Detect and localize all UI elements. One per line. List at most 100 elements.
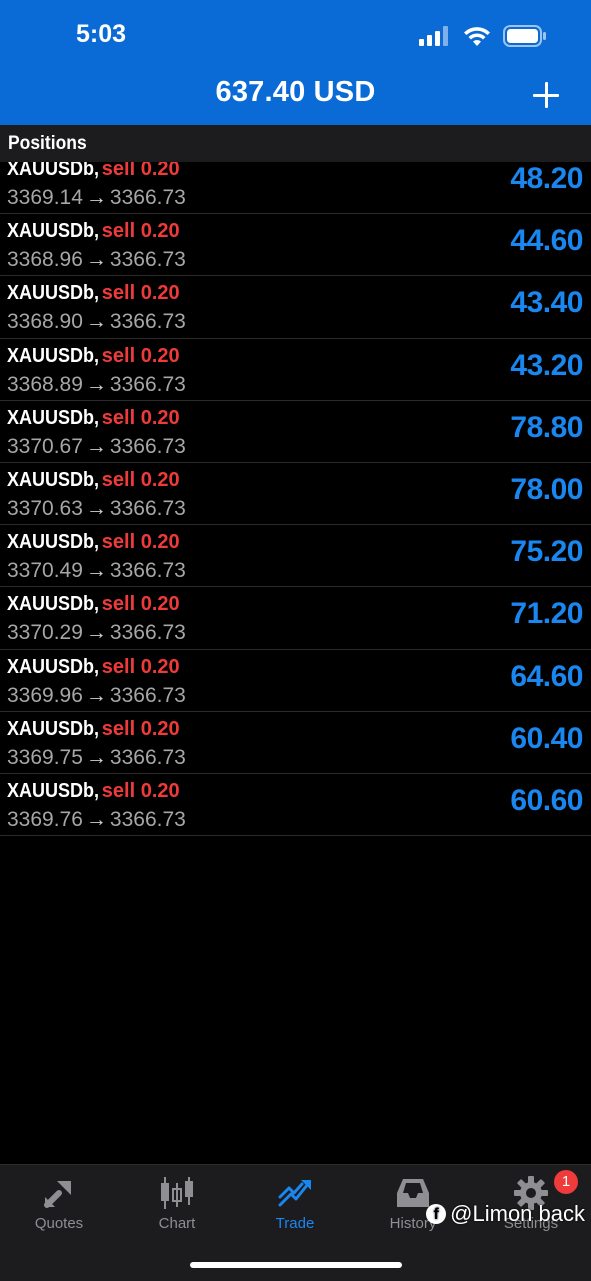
cellular-signal-icon xyxy=(419,26,448,46)
position-title: XAUUSDb, sell 0.20 xyxy=(7,531,180,554)
tab-chart[interactable]: Chart xyxy=(118,1165,236,1245)
position-row[interactable]: XAUUSDb, sell 0.20 3370.63 → 3366.73 78.00 xyxy=(0,463,591,526)
position-title: XAUUSDb, sell 0.20 xyxy=(7,407,180,430)
quotes-icon xyxy=(44,1181,71,1208)
open-price: 3369.76 xyxy=(7,807,83,831)
home-indicator xyxy=(190,1262,402,1268)
position-direction: sell 0.20 xyxy=(101,162,180,180)
current-price: 3366.73 xyxy=(109,186,186,209)
open-price: 3370.49 xyxy=(7,559,83,583)
position-title: XAUUSDb, sell 0.20 xyxy=(7,220,180,243)
battery-icon xyxy=(503,25,546,47)
tab-label: Quotes xyxy=(34,1215,84,1232)
position-direction: sell 0.20 xyxy=(101,531,180,554)
current-price: 3366.73 xyxy=(109,807,186,831)
position-title: XAUUSDb, sell 0.20 xyxy=(7,593,180,616)
arrow-icon: → xyxy=(85,683,107,707)
tab-label: Chart xyxy=(158,1215,196,1232)
position-title: XAUUSDb, sell 0.20 xyxy=(7,469,180,492)
trade-icon xyxy=(278,1180,311,1207)
position-row[interactable]: XAUUSDb, sell 0.20 3370.29 → 3366.73 71.20 xyxy=(0,587,591,650)
open-price: 3369.14 xyxy=(7,186,83,209)
position-profit: 43.20 xyxy=(510,348,583,382)
position-profit: 44.60 xyxy=(510,224,583,258)
position-row[interactable]: XAUUSDb, sell 0.20 3369.14 → 3366.73 48.20 xyxy=(0,162,591,215)
position-symbol: XAUUSDb, xyxy=(7,593,100,616)
position-symbol: XAUUSDb, xyxy=(7,162,100,180)
arrow-icon: → xyxy=(85,807,107,831)
position-profit: 75.20 xyxy=(510,535,583,569)
position-direction: sell 0.20 xyxy=(101,406,180,429)
position-symbol: XAUUSDb, xyxy=(7,344,100,367)
tab-quotes[interactable]: Quotes xyxy=(0,1165,118,1245)
position-title: XAUUSDb, sell 0.20 xyxy=(7,718,180,741)
open-price: 3369.96 xyxy=(7,683,83,707)
current-price: 3366.73 xyxy=(109,496,186,520)
position-profit: 60.40 xyxy=(510,721,583,755)
position-direction: sell 0.20 xyxy=(101,593,180,616)
watermark: f @Limon back xyxy=(426,1201,585,1227)
position-profit: 48.20 xyxy=(510,162,583,195)
position-prices: 3368.90 → 3366.73 xyxy=(7,310,186,334)
position-prices: 3369.96 → 3366.73 xyxy=(7,684,186,708)
position-symbol: XAUUSDb, xyxy=(7,655,100,678)
account-balance: 637.40 USD xyxy=(215,76,376,108)
current-price: 3366.73 xyxy=(109,745,186,769)
open-price: 3370.29 xyxy=(7,621,83,645)
position-prices: 3368.96 → 3366.73 xyxy=(7,248,186,272)
position-row[interactable]: XAUUSDb, sell 0.20 3369.76 → 3366.73 60.60 xyxy=(0,774,591,837)
position-profit: 71.20 xyxy=(510,597,583,631)
position-row[interactable]: XAUUSDb, sell 0.20 3370.67 → 3366.73 78.80 xyxy=(0,401,591,463)
position-prices: 3368.89 → 3366.73 xyxy=(7,373,186,397)
position-direction: sell 0.20 xyxy=(101,779,180,802)
position-row[interactable]: XAUUSDb, sell 0.20 3369.96 → 3366.73 64.60 xyxy=(0,650,591,712)
position-direction: sell 0.20 xyxy=(101,282,180,305)
status-icons xyxy=(419,24,547,48)
position-direction: sell 0.20 xyxy=(101,655,180,678)
position-direction: sell 0.20 xyxy=(101,468,180,491)
position-row[interactable]: XAUUSDb, sell 0.20 3369.75 → 3366.73 60.40 xyxy=(0,712,591,774)
position-prices: 3370.63 → 3366.73 xyxy=(7,497,186,521)
position-row[interactable]: XAUUSDb, sell 0.20 3368.96 → 3366.73 44.60 xyxy=(0,214,591,277)
arrow-icon: → xyxy=(85,496,107,520)
position-direction: sell 0.20 xyxy=(101,220,180,243)
position-title: XAUUSDb, sell 0.20 xyxy=(7,162,180,181)
position-direction: sell 0.20 xyxy=(101,717,180,740)
position-row[interactable]: XAUUSDb, sell 0.20 3370.49 → 3366.73 75.20 xyxy=(0,525,591,588)
positions-list[interactable]: XAUUSDb, sell 0.20 3369.14 → 3366.73 48.20 XA… xyxy=(0,162,591,838)
position-symbol: XAUUSDb, xyxy=(7,717,100,740)
arrow-icon: → xyxy=(85,559,107,583)
facebook-icon: f xyxy=(426,1204,447,1224)
current-price: 3366.73 xyxy=(109,621,186,645)
position-profit: 78.00 xyxy=(510,472,583,506)
current-price: 3366.73 xyxy=(109,248,186,272)
position-prices: 3369.14 → 3366.73 xyxy=(7,186,186,210)
status-time: 5:03 xyxy=(76,20,127,48)
position-prices: 3370.67 → 3366.73 xyxy=(7,435,186,459)
position-prices: 3369.76 → 3366.73 xyxy=(7,808,186,832)
open-price: 3370.67 xyxy=(7,434,83,458)
position-symbol: XAUUSDb, xyxy=(7,531,100,554)
wifi-icon xyxy=(464,26,490,46)
arrow-icon: → xyxy=(85,745,107,769)
position-symbol: XAUUSDb, xyxy=(7,220,100,243)
position-profit: 78.80 xyxy=(510,410,583,444)
chart-icon xyxy=(161,1177,193,1209)
open-price: 3368.89 xyxy=(7,372,83,396)
positions-section-header: Positions xyxy=(0,125,591,162)
position-title: XAUUSDb, sell 0.20 xyxy=(7,656,180,679)
arrow-icon: → xyxy=(85,248,107,272)
open-price: 3370.63 xyxy=(7,496,83,520)
position-row[interactable]: XAUUSDb, sell 0.20 3368.89 → 3366.73 43.20 xyxy=(0,339,591,401)
current-price: 3366.73 xyxy=(109,559,186,583)
current-price: 3366.73 xyxy=(109,310,186,334)
tab-trade[interactable]: Trade xyxy=(236,1165,354,1245)
watermark-text: @Limon back xyxy=(450,1201,585,1226)
position-row[interactable]: XAUUSDb, sell 0.20 3368.90 → 3366.73 43.40 xyxy=(0,276,591,339)
arrow-icon: → xyxy=(85,621,107,645)
position-prices: 3369.75 → 3366.73 xyxy=(7,746,186,770)
new-order-button[interactable] xyxy=(529,78,563,112)
position-symbol: XAUUSDb, xyxy=(7,468,100,491)
notification-badge: 1 xyxy=(554,1170,578,1194)
current-price: 3366.73 xyxy=(109,683,186,707)
